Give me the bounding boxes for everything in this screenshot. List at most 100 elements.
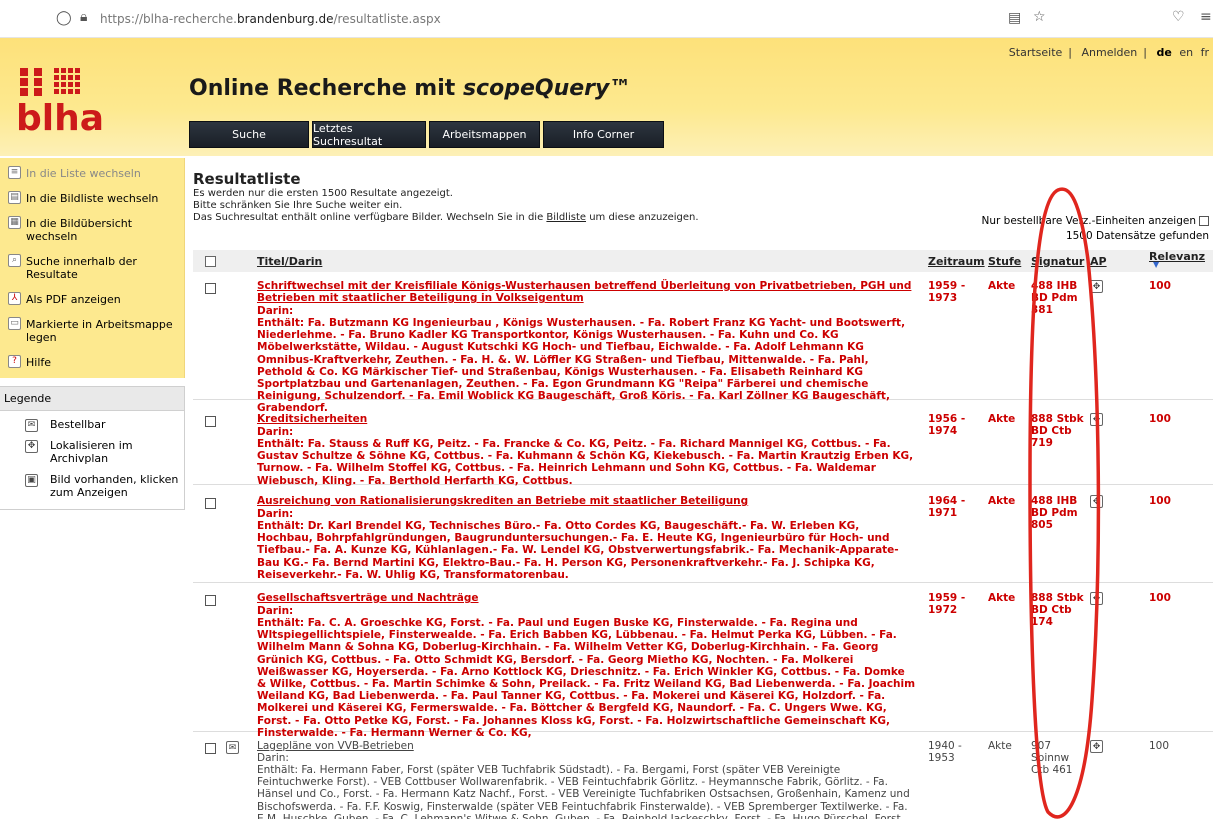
- row-checkbox[interactable]: [205, 743, 216, 754]
- filter-orderable: Nur bestellbare Verz.-Einheiten anzeigen: [981, 215, 1209, 227]
- orderable-icon: ✉: [226, 741, 239, 754]
- row-title[interactable]: Lagepläne von VVB-Betrieben: [257, 740, 917, 752]
- row-contains: Enthält: Fa. Stauss & Ruff KG, Peitz. - …: [257, 438, 914, 487]
- table-row: Kreditsicherheiten Darin: Enthält: Fa. S…: [193, 413, 1213, 487]
- lang-de[interactable]: de: [1157, 46, 1172, 59]
- row-checkbox[interactable]: [205, 595, 216, 606]
- locate-icon[interactable]: ✥: [1090, 740, 1103, 753]
- row-darin: Darin:: [257, 752, 289, 764]
- row-relevanz: 100: [1149, 413, 1171, 425]
- menu-icon[interactable]: ≡: [1200, 9, 1212, 25]
- row-checkbox[interactable]: [205, 498, 216, 509]
- col-stufe[interactable]: Stufe: [988, 255, 1021, 268]
- orderable-icon: ✉: [25, 419, 38, 432]
- sidebar-item-pdf[interactable]: ⅄ Als PDF anzeigen: [0, 290, 184, 309]
- table-row: Gesellschaftsverträge und Nachträge Dari…: [193, 592, 1213, 739]
- select-all-checkbox[interactable]: [205, 256, 216, 267]
- row-stufe: Akte: [988, 280, 1016, 292]
- menu-letztes-suchresultat[interactable]: Letztes Suchresultat: [312, 121, 426, 148]
- pocket-icon[interactable]: ♡: [1172, 9, 1185, 25]
- help-icon: ?: [8, 355, 21, 368]
- locate-icon[interactable]: ✥: [1090, 495, 1103, 508]
- col-signatur[interactable]: Signatur: [1031, 255, 1084, 268]
- address-bar[interactable]: https://blha-recherche.brandenburg.de/re…: [100, 12, 441, 26]
- row-contains: Enthält: Fa. Butzmann KG Ingenieurbau , …: [257, 317, 906, 415]
- sort-desc-icon[interactable]: ▼: [1153, 260, 1159, 269]
- reader-view-icon[interactable]: ▤: [1008, 10, 1021, 26]
- row-title[interactable]: Gesellschaftsverträge und Nachträge: [257, 592, 917, 604]
- result-count: 1500 Datensätze gefunden: [1065, 230, 1209, 242]
- row-checkbox[interactable]: [205, 416, 216, 427]
- info-restrict: Bitte schränken Sie Ihre Suche weiter ei…: [193, 200, 403, 211]
- row-stufe: Akte: [988, 592, 1016, 604]
- col-ap[interactable]: AP: [1090, 255, 1107, 268]
- folder-icon: ▭: [8, 317, 21, 330]
- url-prefix: https://blha-recherche.: [100, 12, 237, 26]
- row-darin: Darin:: [257, 508, 294, 520]
- sidebar-nav: ≡ In die Liste wechseln ▤ In die Bildliste…: [0, 158, 185, 378]
- col-zeitraum[interactable]: Zeitraum: [928, 255, 985, 268]
- row-zeitraum: 1956 - 1974: [928, 413, 966, 438]
- row-signatur: 907 Spinnw Ctb 461: [1031, 740, 1073, 777]
- link-anmelden[interactable]: Anmelden: [1082, 46, 1138, 59]
- sidebar-item-bildliste[interactable]: ▤ In die Bildliste wechseln: [0, 189, 184, 208]
- sidebar-item-bilduebersicht[interactable]: ▦ In die Bildübersicht wechseln: [0, 214, 184, 246]
- link-startseite[interactable]: Startseite: [1009, 46, 1063, 59]
- row-signatur: 888 Stbk BD Ctb 719: [1031, 413, 1084, 450]
- blha-logo[interactable]: blha: [12, 64, 152, 136]
- main-content: Resultatliste Es werden nur die ersten 1…: [193, 170, 1213, 242]
- col-titel[interactable]: Titel/Darin: [257, 255, 322, 268]
- filter-orderable-checkbox[interactable]: [1199, 216, 1209, 226]
- row-contains: Enthält: Fa. Hermann Faber, Forst (späte…: [257, 764, 910, 819]
- image-available-icon: ▣: [25, 474, 38, 487]
- top-links: Startseite | Anmelden | de en fr: [1008, 46, 1209, 59]
- locate-icon[interactable]: ✥: [1090, 413, 1103, 426]
- browser-toolbar: ◯ 🔒︎ https://blha-recherche.brandenburg.…: [0, 0, 1213, 38]
- sidebar-item-hilfe[interactable]: ? Hilfe: [0, 353, 184, 372]
- image-grid-icon: ▦: [8, 216, 21, 229]
- url-suffix: /resultatliste.aspx: [333, 12, 441, 26]
- url-domain: brandenburg.de: [236, 12, 334, 26]
- menu-arbeitsmappen[interactable]: Arbeitsmappen: [429, 121, 540, 148]
- row-contains: Enthält: Dr. Karl Brendel KG, Technische…: [257, 520, 899, 581]
- lang-fr[interactable]: fr: [1201, 46, 1209, 59]
- row-stufe: Akte: [988, 413, 1016, 425]
- table-row: ✉ Lagepläne von VVB-Betrieben Darin: Ent…: [193, 740, 1213, 819]
- menu-suche[interactable]: Suche: [189, 121, 309, 148]
- row-signatur: 488 IHB BD Pdm 381: [1031, 280, 1078, 317]
- shield-icon[interactable]: ◯: [56, 10, 72, 26]
- sidebar: ≡ In die Liste wechseln ▤ In die Bildliste…: [0, 158, 185, 510]
- legend-bestellbar: ✉ Bestellbar: [0, 414, 184, 435]
- locate-icon[interactable]: ✥: [1090, 280, 1103, 293]
- row-checkbox[interactable]: [205, 283, 216, 294]
- legend: Legende ✉ Bestellbar ✥ Lokalisieren im Arc…: [0, 386, 185, 510]
- site-header: Startseite | Anmelden | de en fr blha Onli…: [0, 38, 1213, 156]
- sidebar-item-suche-innerhalb[interactable]: ⌕ Suche innerhalb der Resultate: [0, 252, 184, 284]
- row-signatur: 488 IHB BD Pdm 805: [1031, 495, 1078, 532]
- list-icon: ≡: [8, 166, 21, 179]
- search-within-icon: ⌕: [8, 254, 21, 267]
- row-relevanz: 100: [1149, 495, 1171, 507]
- row-title[interactable]: Kreditsicherheiten: [257, 413, 917, 425]
- page-title: Resultatliste: [193, 170, 301, 188]
- row-darin: Darin:: [257, 305, 294, 317]
- row-stufe: Akte: [988, 495, 1016, 507]
- row-stufe: Akte: [988, 740, 1012, 752]
- sidebar-item-liste[interactable]: ≡ In die Liste wechseln: [0, 164, 184, 183]
- menu-info-corner[interactable]: Info Corner: [543, 121, 664, 148]
- row-title[interactable]: Schriftwechsel mit der Kreisfiliale Köni…: [257, 280, 917, 304]
- lock-icon[interactable]: 🔒︎: [80, 9, 87, 25]
- link-bildliste[interactable]: Bildliste: [546, 212, 586, 223]
- row-zeitraum: 1959 - 1972: [928, 592, 966, 617]
- table-row: Schriftwechsel mit der Kreisfiliale Köni…: [193, 280, 1213, 414]
- bookmark-star-icon[interactable]: ☆: [1033, 9, 1046, 25]
- table-header: Titel/Darin Zeitraum Stufe Signatur AP R…: [193, 250, 1213, 272]
- row-title[interactable]: Ausreichung von Rationalisierungskredite…: [257, 495, 917, 507]
- lang-en[interactable]: en: [1179, 46, 1193, 59]
- row-zeitraum: 1959 - 1973: [928, 280, 966, 305]
- locate-icon: ✥: [25, 440, 38, 453]
- svg-text:blha: blha: [16, 98, 104, 136]
- sidebar-item-arbeitsmappe[interactable]: ▭ Markierte in Arbeitsmappe legen: [0, 315, 184, 347]
- legend-lokalisieren: ✥ Lokalisieren im Archivplan: [0, 435, 184, 469]
- locate-icon[interactable]: ✥: [1090, 592, 1103, 605]
